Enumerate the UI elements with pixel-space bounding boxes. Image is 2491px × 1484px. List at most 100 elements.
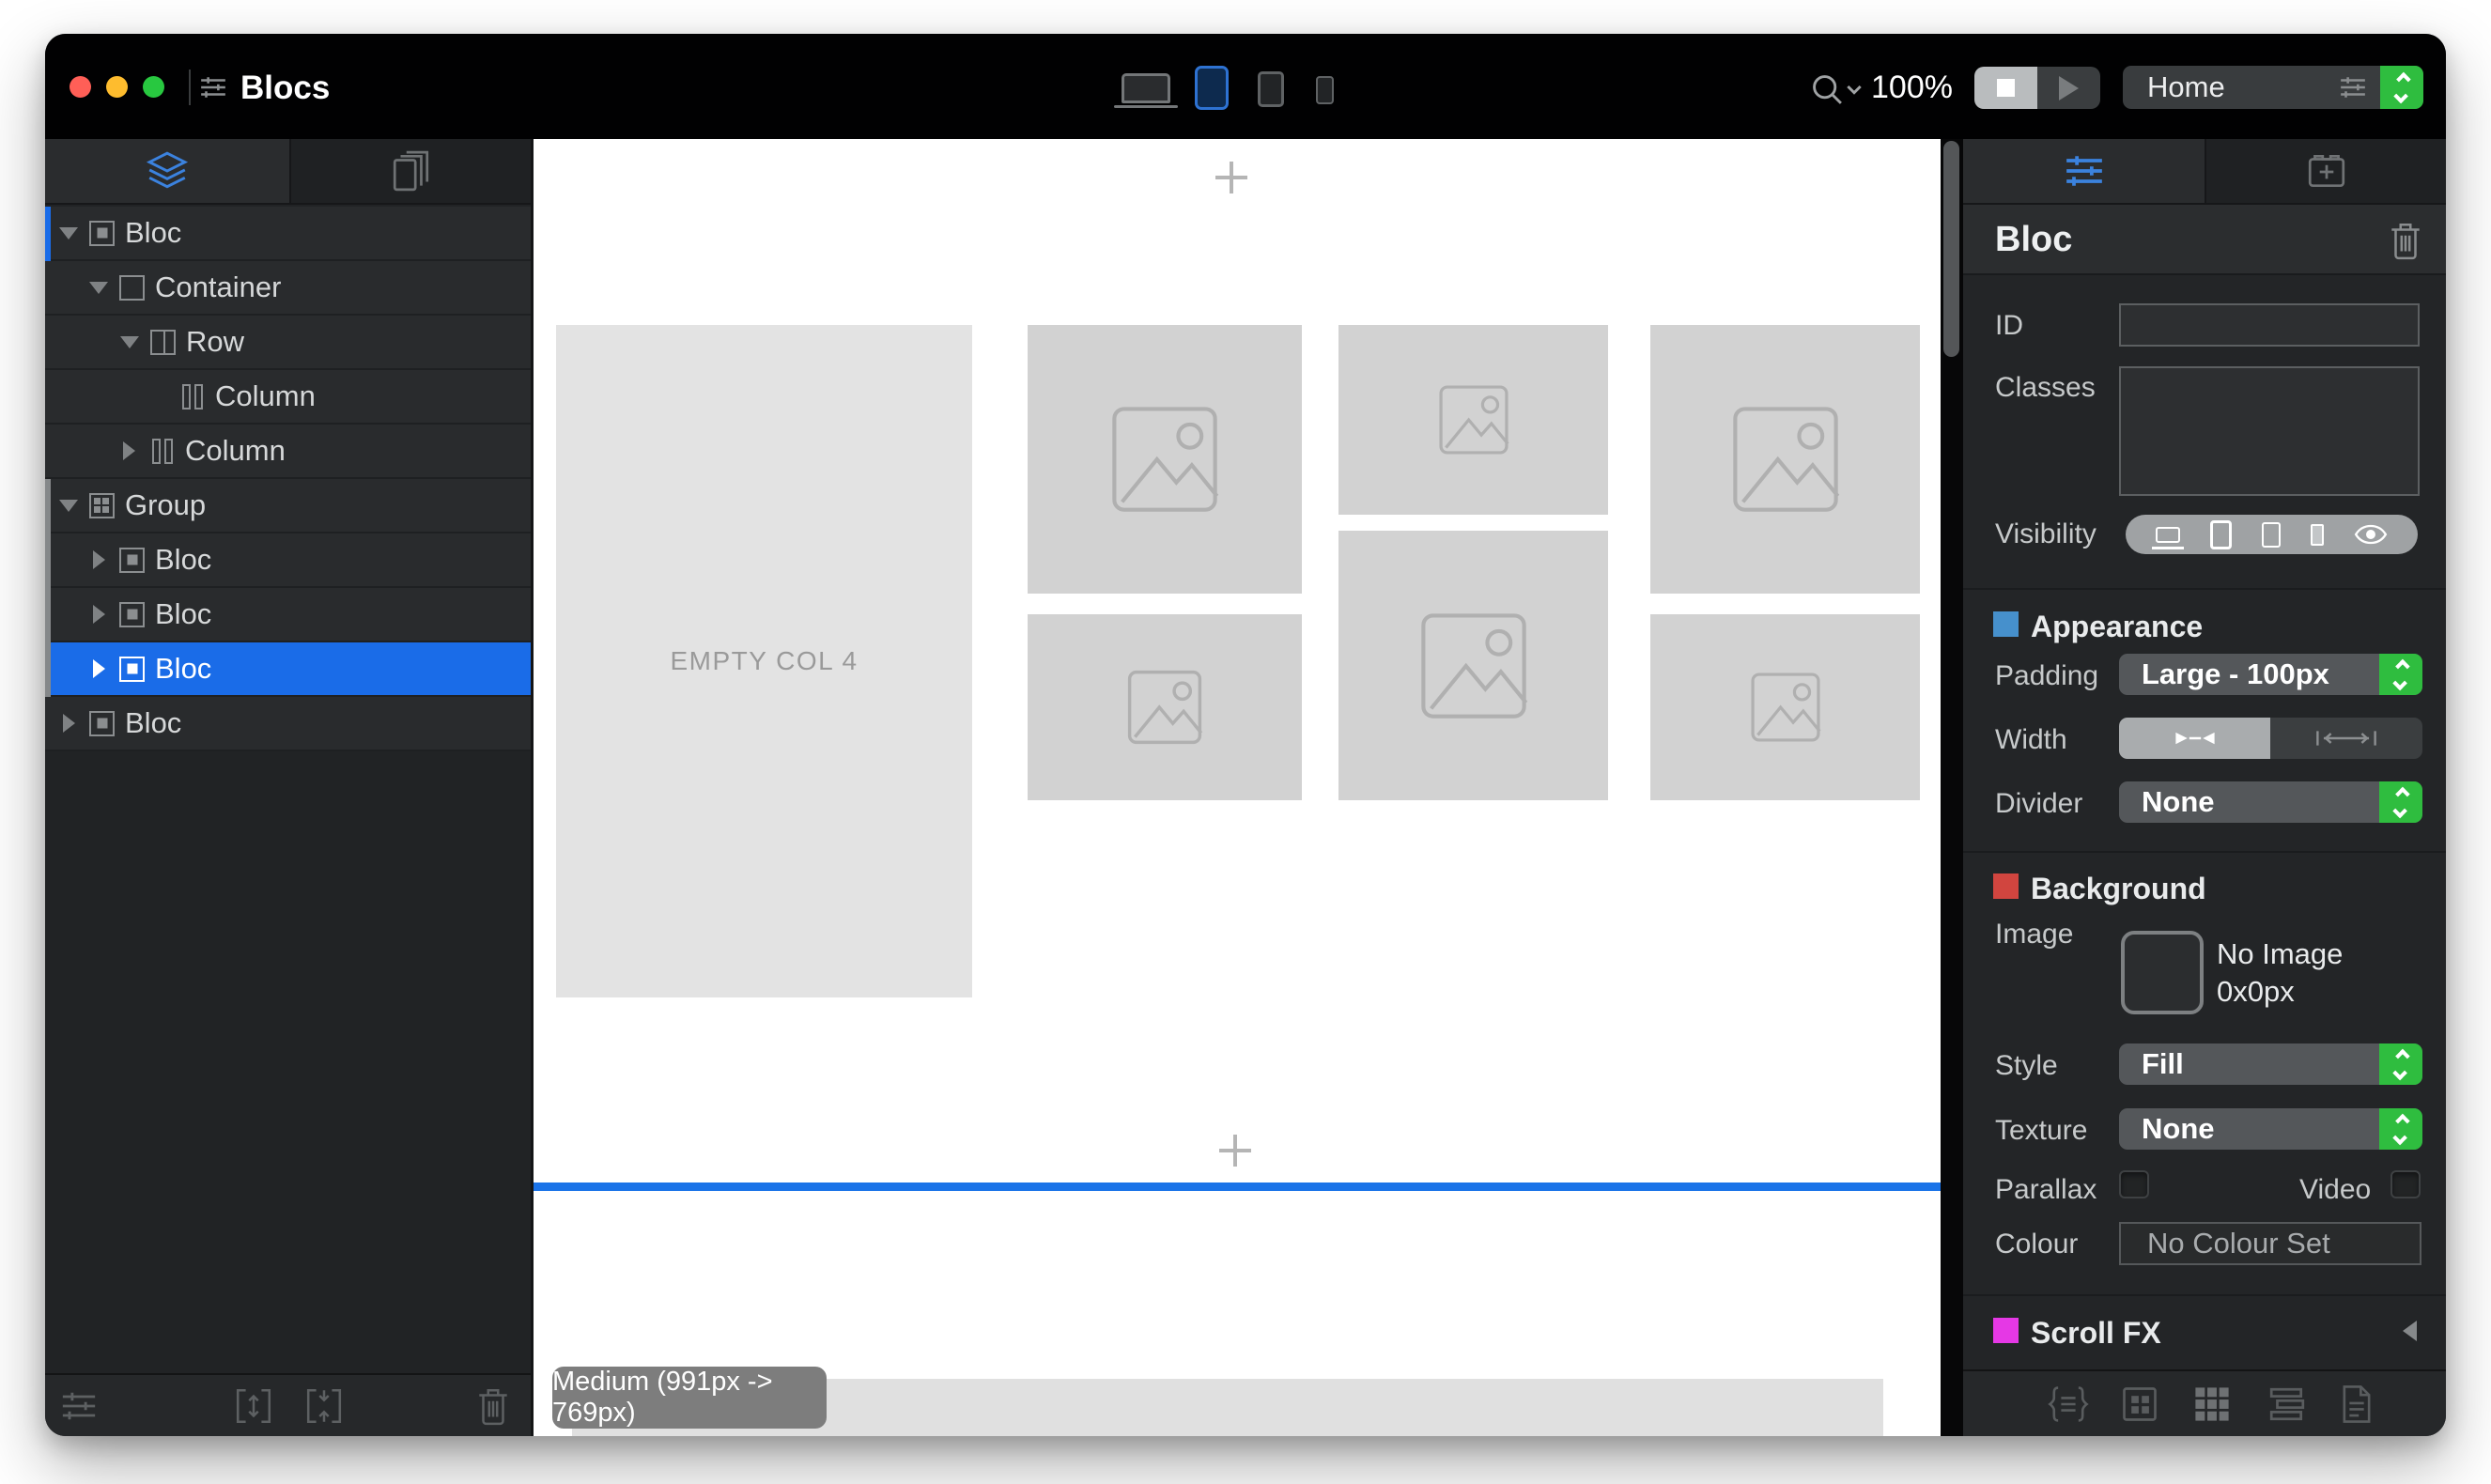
disclosure-down-icon[interactable] [58, 227, 79, 240]
disclosure-down-icon[interactable] [119, 336, 140, 348]
stop-preview-button[interactable] [1974, 67, 2037, 109]
breakpoint-small-tablet-icon[interactable] [1258, 71, 1284, 107]
disclosure-down-icon[interactable] [88, 282, 109, 294]
image-placeholder-icon [1122, 664, 1208, 750]
disclosure-right-icon[interactable] [118, 441, 139, 460]
chevron-down-icon[interactable] [1847, 85, 1862, 96]
texture-dropdown[interactable]: None [2119, 1108, 2422, 1150]
image-placeholder-box[interactable] [1650, 614, 1920, 800]
layer-row-column[interactable]: Column [45, 425, 531, 479]
image-placeholder-box[interactable] [1338, 325, 1608, 515]
play-preview-button[interactable] [2037, 67, 2100, 109]
layer-row-group[interactable]: Group [45, 479, 531, 533]
add-bloc-top-button[interactable] [1215, 162, 1247, 193]
image-placeholder-box[interactable] [1650, 325, 1920, 594]
style-stepper[interactable] [2379, 1043, 2422, 1085]
disclosure-right-icon[interactable] [58, 714, 79, 733]
width-full-button[interactable] [2270, 718, 2422, 759]
empty-column[interactable]: EMPTY COL 4 [556, 325, 972, 997]
layer-row-row[interactable]: Row [45, 316, 531, 370]
layer-row-bloc[interactable]: Bloc [45, 697, 531, 751]
divider-stepper[interactable] [2379, 781, 2422, 823]
visibility-tablet-small-icon[interactable] [2262, 522, 2281, 548]
video-checkbox[interactable] [2390, 1170, 2421, 1198]
delete-bloc-trash-icon[interactable] [2388, 221, 2423, 260]
zoom-search-icon[interactable] [1809, 71, 1847, 109]
width-label: Width [1995, 724, 2067, 756]
id-label: ID [1995, 310, 2023, 342]
tab-inspector-settings[interactable] [1963, 139, 2205, 203]
expand-all-icon[interactable] [231, 1386, 276, 1426]
list-rows-icon[interactable] [2265, 1384, 2310, 1424]
visibility-eye-icon[interactable] [2354, 524, 2388, 545]
bloc-icon [89, 711, 115, 736]
canvas-scrollbar-thumb[interactable] [1943, 141, 1959, 357]
texture-stepper[interactable] [2379, 1108, 2422, 1150]
layer-row-bloc-selected[interactable]: Bloc [45, 642, 531, 697]
video-label: Video [2299, 1174, 2371, 1206]
padding-dropdown[interactable]: Large - 100px [2119, 654, 2422, 695]
app-title: Blocs [240, 70, 330, 107]
design-canvas[interactable]: EMPTY COL 4 [534, 139, 1941, 1436]
image-placeholder-box[interactable] [1028, 614, 1302, 800]
width-control [2119, 718, 2422, 759]
bloc-grid-icon[interactable] [2119, 1384, 2160, 1425]
padding-stepper[interactable] [2379, 654, 2422, 695]
page-selector-value: Home [2123, 70, 2339, 104]
disclosure-right-icon[interactable] [88, 605, 109, 624]
disclosure-right-icon[interactable] [88, 550, 109, 569]
parallax-checkbox[interactable] [2119, 1170, 2149, 1198]
page-settings-icon[interactable] [2339, 73, 2367, 101]
tab-layers[interactable] [45, 139, 289, 203]
group-accent-bar [45, 533, 51, 588]
layer-row-bloc[interactable]: Bloc [45, 207, 531, 261]
background-image-well[interactable] [2121, 931, 2204, 1014]
disclosure-down-icon[interactable] [58, 500, 79, 512]
page-selector[interactable]: Home [2123, 66, 2423, 109]
tab-add-component[interactable] [2205, 139, 2446, 203]
collapse-all-icon[interactable] [302, 1386, 347, 1426]
scrollfx-collapse-icon[interactable] [2403, 1321, 2417, 1341]
visibility-phone-icon[interactable] [2311, 524, 2324, 546]
divider-dropdown[interactable]: None [2119, 781, 2422, 823]
style-label: Style [1995, 1050, 2058, 1082]
layer-options-icon[interactable] [58, 1387, 100, 1425]
style-dropdown[interactable]: Fill [2119, 1043, 2422, 1085]
breakpoint-medium-tablet-icon-active[interactable] [1195, 66, 1229, 110]
layer-row-column[interactable]: Column [45, 370, 531, 425]
image-placeholder-box[interactable] [1028, 325, 1302, 594]
colour-field[interactable]: No Colour Set [2119, 1222, 2421, 1265]
zoom-level[interactable]: 100% [1871, 70, 1953, 106]
layer-tree-empty-area [45, 751, 531, 1373]
tab-pages[interactable] [289, 139, 531, 203]
scrollfx-swatch [1993, 1318, 2019, 1343]
add-bloc-bottom-button[interactable] [1219, 1135, 1251, 1167]
inspector-header: Bloc [1963, 205, 2446, 275]
minimize-window-button[interactable] [106, 76, 128, 98]
grid-3x3-icon[interactable] [2191, 1384, 2233, 1425]
classes-label: Classes [1995, 372, 2096, 404]
classes-input[interactable] [2119, 366, 2420, 496]
zoom-window-button[interactable] [143, 76, 164, 98]
image-placeholder-box[interactable] [1338, 531, 1608, 800]
code-braces-icon[interactable] [2045, 1384, 2092, 1425]
layer-row-bloc[interactable]: Bloc [45, 588, 531, 642]
settings-sliders-icon [2064, 150, 2105, 192]
inspector-tabs [1963, 139, 2446, 205]
id-input[interactable] [2119, 303, 2420, 347]
close-window-button[interactable] [70, 76, 91, 98]
width-contained-button[interactable] [2119, 718, 2270, 759]
texture-label: Texture [1995, 1115, 2087, 1147]
visibility-desktop-icon[interactable] [2156, 527, 2180, 543]
visibility-tablet-large-icon[interactable] [2210, 520, 2232, 549]
page-selector-stepper[interactable] [2380, 66, 2423, 109]
breakpoint-desktop-icon[interactable] [1122, 73, 1170, 103]
layer-row-bloc[interactable]: Bloc [45, 533, 531, 588]
layer-row-container[interactable]: Container [45, 261, 531, 316]
canvas-scrollbar-track[interactable] [1941, 139, 1963, 1436]
delete-layer-trash-icon[interactable] [475, 1386, 511, 1426]
background-swatch [1993, 873, 2019, 899]
disclosure-right-icon[interactable] [88, 659, 109, 678]
page-document-icon[interactable] [2338, 1383, 2375, 1426]
breakpoint-phone-icon[interactable] [1316, 76, 1334, 104]
